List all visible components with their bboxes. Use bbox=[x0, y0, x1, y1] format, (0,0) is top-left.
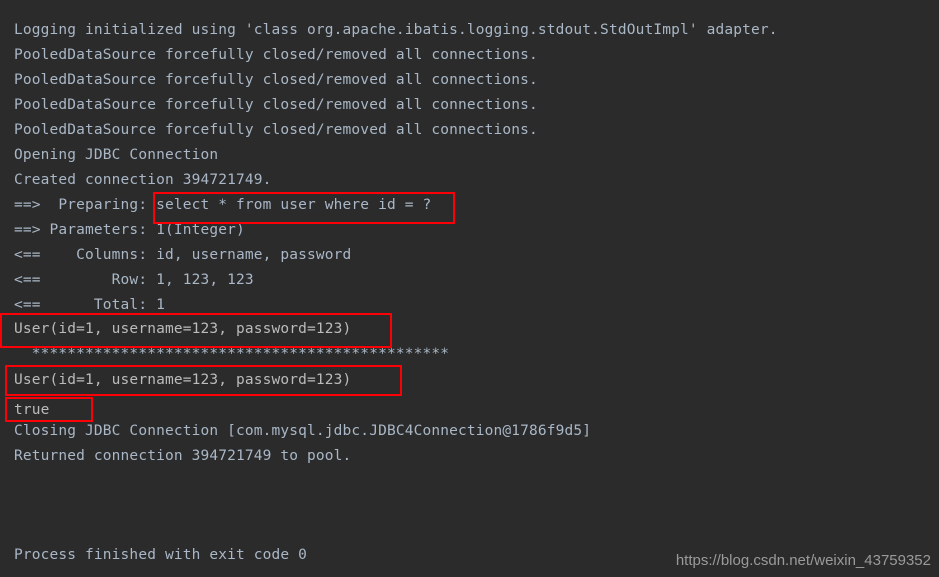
log-line-returned-connection: Returned connection 394721749 to pool. bbox=[14, 448, 352, 464]
log-line-user-result-first: User(id=1, username=123, password=123) bbox=[14, 321, 352, 337]
log-line: Logging initialized using 'class org.apa… bbox=[14, 22, 778, 38]
process-exit-line: Process finished with exit code 0 bbox=[14, 547, 308, 563]
log-line-total: <== Total: 1 bbox=[14, 297, 165, 313]
log-line-prepared-sql: ==> Preparing: select * from user where … bbox=[14, 197, 432, 213]
log-line: PooledDataSource forcefully closed/remov… bbox=[14, 47, 538, 63]
log-line-separator-asterisks: ****************************************… bbox=[14, 346, 450, 362]
log-line: PooledDataSource forcefully closed/remov… bbox=[14, 72, 538, 88]
log-line-user-result-second: User(id=1, username=123, password=123) bbox=[14, 372, 352, 388]
log-line-row: <== Row: 1, 123, 123 bbox=[14, 272, 254, 288]
console-output-panel[interactable]: Logging initialized using 'class org.apa… bbox=[0, 0, 939, 577]
log-line: Created connection 394721749. bbox=[14, 172, 272, 188]
log-line-parameters: ==> Parameters: 1(Integer) bbox=[14, 222, 245, 238]
watermark-url: https://blog.csdn.net/weixin_43759352 bbox=[675, 552, 931, 569]
log-line-closing-connection: Closing JDBC Connection [com.mysql.jdbc.… bbox=[14, 423, 592, 439]
log-line: Opening JDBC Connection bbox=[14, 147, 219, 163]
log-line: PooledDataSource forcefully closed/remov… bbox=[14, 122, 538, 138]
log-line: PooledDataSource forcefully closed/remov… bbox=[14, 97, 538, 113]
log-line-columns: <== Columns: id, username, password bbox=[14, 247, 352, 263]
